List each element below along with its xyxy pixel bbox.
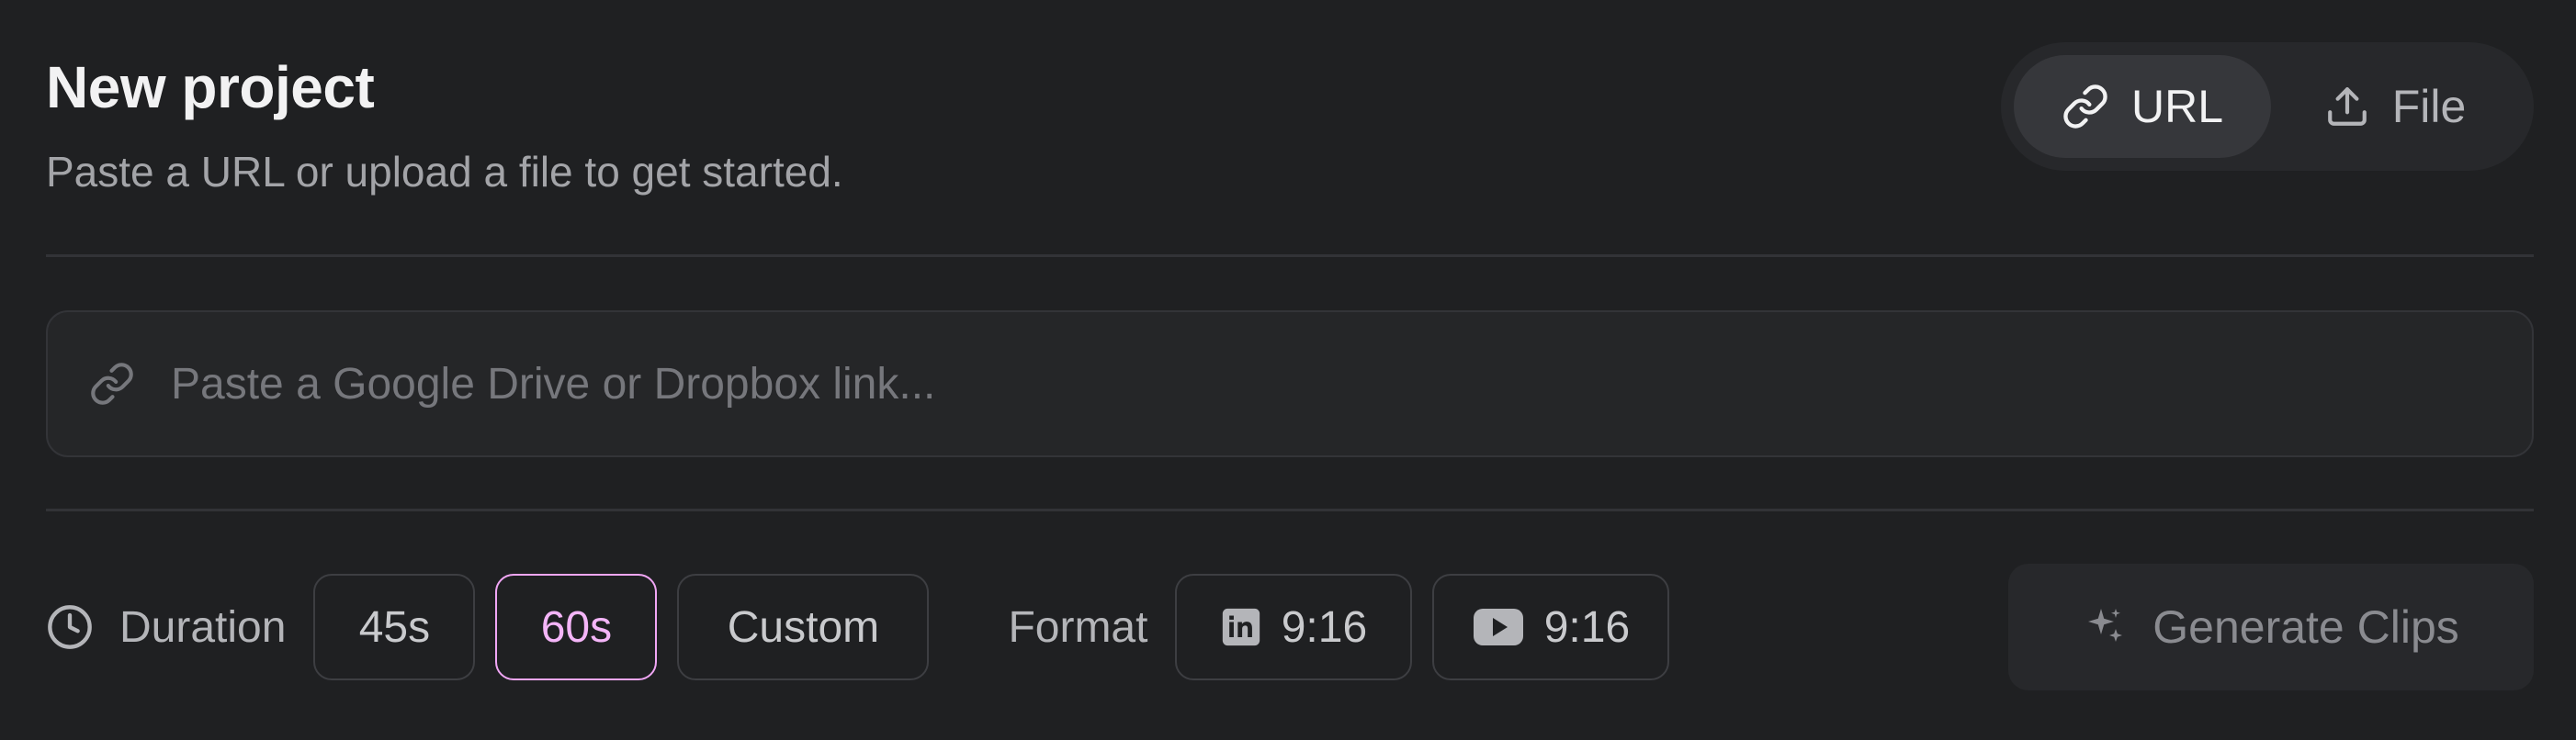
source-toggle: URL File — [2001, 42, 2534, 171]
format-label: Format — [1008, 602, 1148, 652]
source-option-file[interactable]: File — [2280, 55, 2510, 158]
clock-icon — [46, 603, 94, 651]
chip-label: 45s — [358, 602, 431, 652]
format-option-linkedin[interactable]: 9:16 — [1175, 574, 1413, 680]
duration-option-60s[interactable]: 60s — [495, 574, 658, 680]
linkedin-icon — [1221, 607, 1261, 647]
options-row: Duration 45s 60s Custom Format 9:16 9:16 — [46, 573, 1670, 681]
source-option-label: URL — [2130, 81, 2224, 132]
link-icon — [85, 356, 140, 411]
page-subtitle: Paste a URL or upload a file to get star… — [46, 148, 843, 196]
generate-clips-button[interactable]: Generate Clips — [2008, 564, 2534, 690]
chip-label: 9:16 — [1543, 602, 1631, 652]
upload-icon — [2324, 84, 2370, 129]
generate-clips-label: Generate Clips — [2152, 601, 2459, 653]
chip-label: 9:16 — [1281, 602, 1368, 652]
source-option-label: File — [2391, 81, 2467, 132]
url-input[interactable] — [169, 311, 2532, 456]
chip-label: 60s — [540, 602, 613, 652]
duration-label: Duration — [119, 602, 287, 652]
sparkles-icon — [2083, 605, 2127, 649]
source-option-url[interactable]: URL — [2014, 55, 2271, 158]
duration-option-custom[interactable]: Custom — [677, 574, 930, 680]
youtube-icon — [1473, 607, 1524, 647]
duration-option-45s[interactable]: 45s — [313, 574, 476, 680]
url-input-box[interactable] — [46, 310, 2534, 457]
format-option-youtube[interactable]: 9:16 — [1432, 574, 1670, 680]
new-project-panel: New project Paste a URL or upload a file… — [0, 0, 2576, 740]
options-divider — [46, 509, 2534, 511]
header-divider — [46, 254, 2534, 257]
link-icon — [2062, 83, 2109, 130]
page-title: New project — [46, 54, 375, 120]
chip-label: Custom — [727, 602, 880, 652]
